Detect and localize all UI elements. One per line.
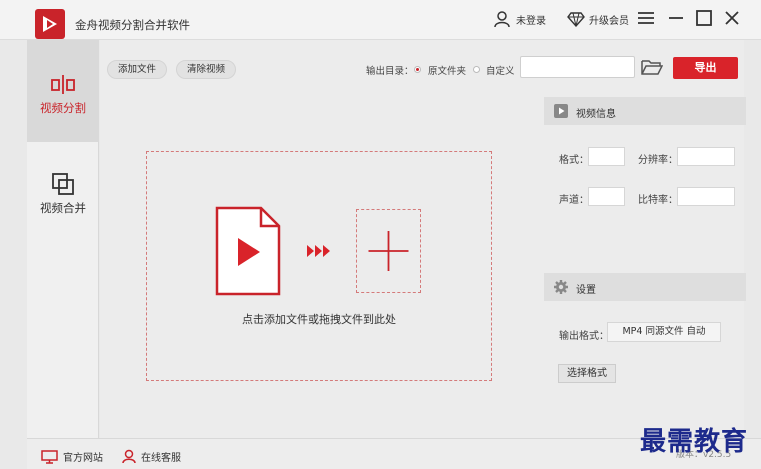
sidebar: 视频分割 视频合并	[27, 40, 99, 438]
gear-icon	[554, 280, 568, 294]
diamond-icon	[567, 12, 585, 27]
output-path-input[interactable]	[520, 56, 635, 78]
title-bar: 金舟视频分割合并软件 未登录 升级会员	[0, 0, 761, 40]
sidebar-item-split[interactable]: 视频分割	[27, 40, 99, 142]
video-icon	[554, 104, 568, 118]
official-website-link[interactable]: 官方网站	[41, 449, 103, 464]
settings-header: 设置	[544, 273, 746, 301]
format-value	[588, 147, 625, 166]
bitrate-label: 比特率：	[638, 195, 678, 206]
sidebar-item-label: 视频合并	[40, 201, 86, 215]
app-title: 金舟视频分割合并软件	[75, 18, 190, 32]
hamburger-icon	[638, 12, 654, 24]
channel-label: 声道：	[559, 195, 589, 206]
radio-original-folder-label[interactable]: 原文件夹	[428, 63, 466, 77]
upgrade-button[interactable]: 升级会员	[567, 9, 629, 29]
resolution-label: 分辨率：	[638, 155, 678, 166]
clear-videos-button[interactable]: 清除视频	[176, 60, 237, 79]
output-format-select[interactable]: MP4 同源文件 自动	[607, 322, 721, 342]
split-icon	[51, 75, 75, 94]
app-logo-icon	[35, 9, 65, 39]
maximize-icon	[696, 10, 712, 26]
headset-icon	[122, 449, 136, 464]
output-format-label: 输出格式：	[559, 331, 609, 342]
radio-custom[interactable]	[473, 66, 480, 73]
minimize-button[interactable]	[666, 8, 686, 28]
menu-button[interactable]	[636, 8, 656, 28]
file-drop-zone[interactable]	[146, 151, 492, 381]
bitrate-value	[677, 187, 735, 206]
watermark: 最需教育	[640, 427, 749, 457]
sidebar-item-label: 视频分割	[40, 101, 86, 115]
merge-icon	[52, 173, 74, 195]
online-support-link[interactable]: 在线客服	[122, 449, 181, 464]
online-support-label: 在线客服	[141, 453, 181, 464]
settings-title: 设置	[576, 285, 596, 296]
video-info-title: 视频信息	[576, 109, 616, 120]
format-label: 格式：	[559, 155, 589, 166]
choose-format-button[interactable]: 选择格式	[558, 364, 616, 383]
user-icon	[494, 11, 510, 28]
add-file-plus-box[interactable]	[356, 209, 421, 293]
login-label: 未登录	[516, 15, 546, 27]
monitor-icon	[41, 449, 58, 464]
resolution-value	[677, 147, 735, 166]
folder-open-icon[interactable]	[641, 58, 663, 76]
export-button[interactable]: 导出	[673, 57, 738, 79]
radio-custom-label[interactable]: 自定义	[486, 63, 515, 77]
close-button[interactable]	[722, 8, 742, 28]
close-icon	[725, 11, 739, 25]
video-info-header: 视频信息	[544, 97, 746, 125]
drop-hint-text: 点击添加文件或拖拽文件到此处	[242, 313, 396, 326]
maximize-button[interactable]	[694, 8, 714, 28]
minimize-icon	[669, 17, 683, 19]
add-file-button[interactable]: 添加文件	[107, 60, 168, 79]
radio-original-folder[interactable]	[414, 66, 421, 73]
login-button[interactable]: 未登录	[493, 9, 546, 29]
plus-icon	[368, 231, 409, 271]
official-website-label: 官方网站	[63, 453, 103, 464]
output-dir-label: 输出目录：	[366, 66, 414, 77]
video-file-icon	[215, 206, 281, 296]
channel-value	[588, 187, 625, 206]
upgrade-label: 升级会员	[589, 15, 629, 27]
triple-arrow-icon	[307, 245, 330, 257]
sidebar-item-merge[interactable]: 视频合并	[27, 142, 99, 244]
